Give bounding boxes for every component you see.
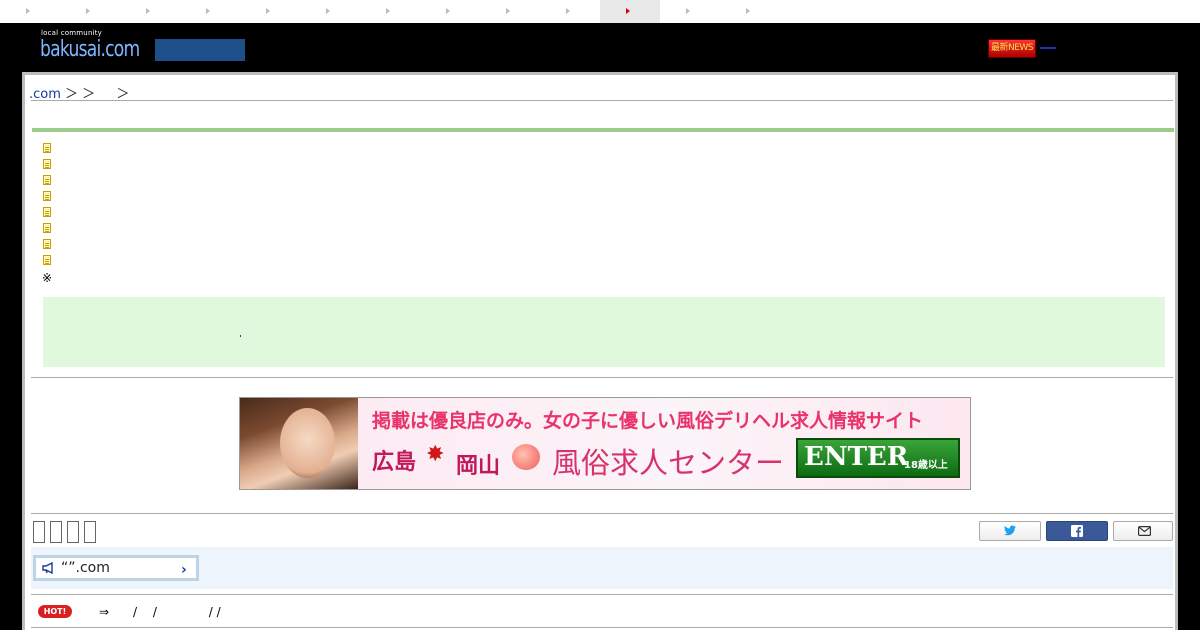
small-button[interactable] xyxy=(33,521,45,543)
document-icon[interactable] xyxy=(43,143,51,153)
top-nav-item[interactable] xyxy=(180,0,240,23)
banner-enter-button[interactable]: ENTER 18歳以上 xyxy=(796,438,960,478)
caret-right-icon xyxy=(686,8,690,14)
share-mail-button[interactable] xyxy=(1113,521,1173,541)
twitter-icon xyxy=(1004,525,1016,536)
announcement-bar: “”.com › xyxy=(31,547,1173,589)
caret-right-icon xyxy=(746,8,750,14)
area-select-box[interactable] xyxy=(155,39,245,61)
hot-topic-links[interactable]: ⇒ / / / / xyxy=(99,603,221,620)
top-nav-item[interactable] xyxy=(720,0,780,23)
site-logo[interactable]: bakusai.com xyxy=(40,37,140,62)
top-nav-item[interactable] xyxy=(600,0,660,23)
caret-right-icon xyxy=(326,8,330,14)
caret-right-icon xyxy=(566,8,570,14)
megaphone-icon xyxy=(42,562,53,574)
document-icon[interactable] xyxy=(43,191,51,201)
hot-badge: HOT! xyxy=(38,605,72,618)
chevron-right-icon: › xyxy=(181,562,187,578)
divider xyxy=(31,377,1173,378)
caret-right-icon xyxy=(266,8,270,14)
document-icon[interactable] xyxy=(43,239,51,249)
caret-right-icon xyxy=(446,8,450,14)
document-icon[interactable] xyxy=(43,207,51,217)
small-button[interactable] xyxy=(67,521,79,543)
top-nav-item[interactable] xyxy=(360,0,420,23)
announcement-text: “”.com xyxy=(61,560,110,576)
caret-right-icon xyxy=(206,8,210,14)
top-nav-item[interactable] xyxy=(120,0,180,23)
info-box xyxy=(43,297,1165,367)
small-button[interactable] xyxy=(50,521,62,543)
latest-news-badge[interactable]: 最新NEWS xyxy=(988,39,1036,58)
caret-right-icon xyxy=(146,8,150,14)
share-twitter-button[interactable] xyxy=(979,521,1041,541)
recruitment-ad-banner[interactable]: 掲載は優良店のみ。女の子に優しい風俗デリヘル求人情報サイト 広島 ✸ 岡山 風俗… xyxy=(239,397,971,490)
site-header: local community bakusai.com 最新NEWS xyxy=(0,23,1200,71)
caret-right-icon xyxy=(506,8,510,14)
divider xyxy=(31,513,1173,514)
share-facebook-button[interactable] xyxy=(1046,521,1108,541)
banner-face-image xyxy=(280,408,335,478)
document-icon[interactable] xyxy=(43,223,51,233)
banner-site-name: 風俗求人センター xyxy=(552,446,785,480)
small-button[interactable] xyxy=(84,521,96,543)
news-link-marker[interactable] xyxy=(1040,47,1056,49)
caret-right-icon xyxy=(86,8,90,14)
caret-right-icon xyxy=(626,8,630,14)
top-nav-item[interactable] xyxy=(0,0,60,23)
info-link-marker[interactable] xyxy=(240,335,241,337)
facebook-icon xyxy=(1071,525,1083,537)
note-mark: ※ xyxy=(42,271,53,285)
top-navigation xyxy=(0,0,1200,24)
document-link-list xyxy=(43,143,51,271)
small-button-group xyxy=(33,521,101,543)
top-nav-item[interactable] xyxy=(480,0,540,23)
banner-region-hiroshima: 広島 xyxy=(372,450,417,475)
top-nav-item[interactable] xyxy=(60,0,120,23)
top-nav-item[interactable] xyxy=(420,0,480,23)
mail-icon xyxy=(1138,526,1151,536)
divider xyxy=(31,100,1173,101)
document-icon[interactable] xyxy=(43,175,51,185)
divider xyxy=(31,594,1173,595)
peach-icon xyxy=(512,444,540,470)
caret-right-icon xyxy=(26,8,30,14)
top-nav-item[interactable] xyxy=(300,0,360,23)
banner-photo xyxy=(240,398,358,489)
age-label: 18歳以上 xyxy=(904,460,948,471)
announcement-link[interactable]: “”.com › xyxy=(33,555,199,581)
document-icon[interactable] xyxy=(43,159,51,169)
document-icon[interactable] xyxy=(43,255,51,265)
banner-headline: 掲載は優良店のみ。女の子に優しい風俗デリヘル求人情報サイト xyxy=(372,410,924,432)
top-nav-item[interactable] xyxy=(660,0,720,23)
top-nav-item[interactable] xyxy=(240,0,300,23)
main-content: .com ＞ ＞ ＞ ※ 掲載は優良店のみ。女の子に優しい風俗デリヘル求人情報サ… xyxy=(22,72,1178,630)
divider xyxy=(31,627,1173,628)
caret-right-icon xyxy=(386,8,390,14)
banner-region-okayama: 岡山 xyxy=(456,454,501,479)
top-nav-item[interactable] xyxy=(540,0,600,23)
section-header-bar xyxy=(32,128,1174,132)
maple-leaf-icon: ✸ xyxy=(426,442,445,467)
logo-tagline: local community xyxy=(41,29,103,37)
enter-label: ENTER xyxy=(804,442,909,472)
